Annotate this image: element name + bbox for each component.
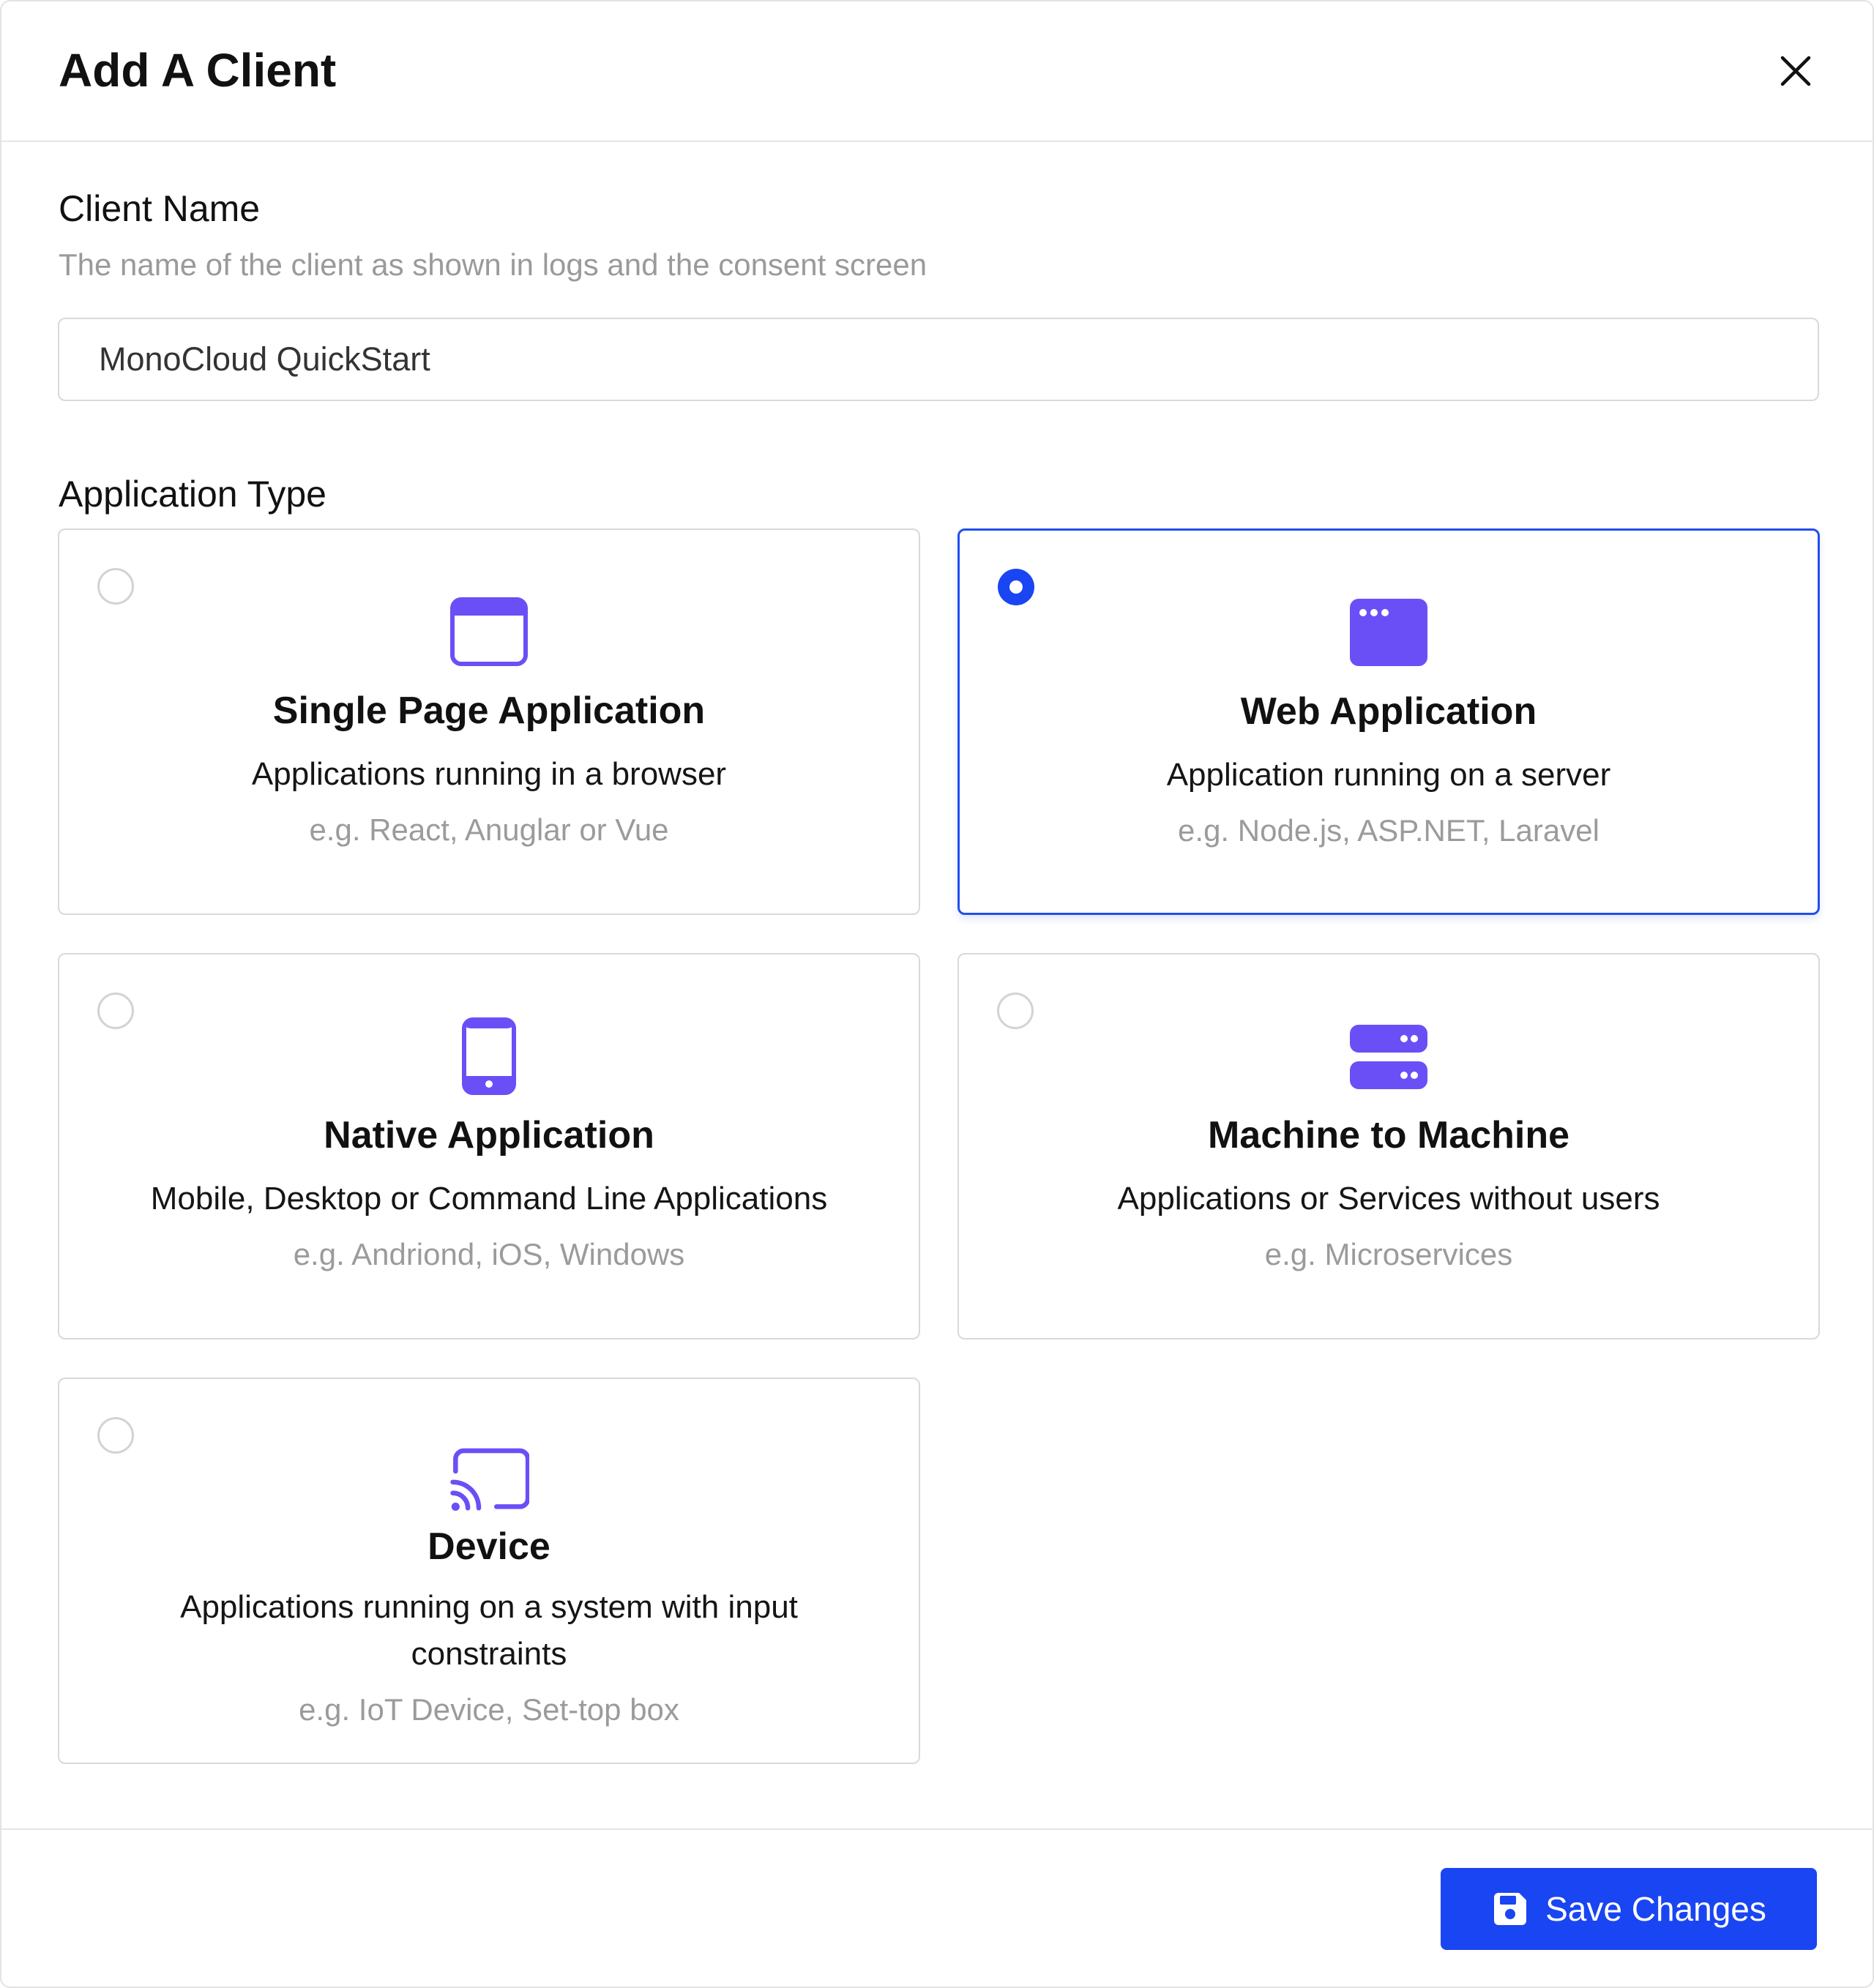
card-title: Web Application [1240, 690, 1537, 733]
add-client-dialog: Add A Client Client Name The name of the… [0, 0, 1874, 1988]
close-button[interactable] [1770, 45, 1821, 97]
card-example: e.g. Andriond, iOS, Windows [293, 1237, 685, 1271]
dialog-title: Add A Client [59, 44, 337, 97]
card-description: Applications running on a system with in… [180, 1589, 798, 1672]
card-title: Machine to Machine [1207, 1114, 1570, 1156]
card-example: e.g. React, Anuglar or Vue [309, 812, 669, 847]
app-type-card-web-application[interactable]: Web Application Application running on a… [957, 528, 1820, 915]
dialog-header: Add A Client [1, 1, 1873, 142]
card-description: Applications running in a browser [251, 756, 727, 792]
card-example: e.g. IoT Device, Set-top box [299, 1692, 679, 1727]
radio-native-application[interactable] [97, 993, 134, 1029]
application-type-label: Application Type [59, 474, 326, 515]
client-name-help: The name of the client as shown in logs … [59, 247, 927, 282]
card-title: Single Page Application [272, 690, 706, 732]
app-type-card-single-page-application[interactable]: Single Page Application Applications run… [58, 528, 920, 915]
card-title: Device [428, 1525, 550, 1568]
save-button-label: Save Changes [1545, 1890, 1766, 1928]
web-app-window-icon [1348, 592, 1429, 673]
mobile-device-icon [449, 1016, 529, 1096]
dialog-footer: Save Changes [1, 1828, 1873, 1987]
card-description: Mobile, Desktop or Command Line Applicat… [150, 1181, 828, 1217]
card-description: Application running on a server [1166, 757, 1611, 793]
client-name-label: Client Name [59, 188, 261, 229]
cast-icon [449, 1440, 529, 1521]
card-title: Native Application [324, 1114, 654, 1156]
radio-web-application[interactable] [998, 569, 1034, 605]
save-changes-button[interactable]: Save Changes [1441, 1868, 1817, 1950]
app-type-card-native-application[interactable]: Native Application Mobile, Desktop or Co… [58, 953, 920, 1339]
browser-window-icon [449, 591, 529, 672]
server-icon [1348, 1016, 1429, 1096]
client-name-input[interactable] [58, 318, 1819, 401]
card-example: e.g. Microservices [1264, 1237, 1513, 1271]
close-icon [1780, 56, 1811, 86]
app-type-card-machine-to-machine[interactable]: Machine to Machine Applications or Servi… [957, 953, 1820, 1339]
card-description: Applications or Services without users [1117, 1181, 1660, 1217]
app-type-card-device[interactable]: Device Applications running on a system … [58, 1378, 920, 1764]
radio-single-page-application[interactable] [97, 568, 134, 605]
save-icon [1494, 1893, 1527, 1925]
radio-machine-to-machine[interactable] [997, 993, 1034, 1029]
card-example: e.g. Node.js, ASP.NET, Laravel [1178, 813, 1599, 848]
radio-device[interactable] [97, 1417, 134, 1454]
